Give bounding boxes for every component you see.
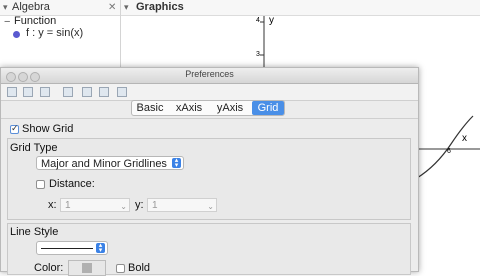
preferences-window: Preferences Basic xAxis yAxis Grid ✓ Sho… — [0, 67, 419, 276]
preferences-toolbar — [1, 84, 418, 101]
grid-settings-panel: ✓ Show Grid Grid Type Major and Minor Gr… — [1, 118, 418, 276]
y-distance-label: y: — [135, 199, 144, 211]
line-style-arrow-icon: ▴ ▾ — [96, 242, 105, 254]
show-grid-label[interactable]: Show Grid — [22, 123, 73, 135]
select-arrow-icon: ▴ ▾ — [172, 157, 181, 169]
graphics-collapse-arrow-icon[interactable]: ▾ — [124, 2, 129, 13]
spreadsheet-settings-icon[interactable] — [63, 87, 73, 97]
bold-label: Bold — [128, 262, 151, 274]
y-distance-arrow-icon[interactable]: ⌄ — [207, 200, 214, 213]
y-distance-input[interactable]: 1 ⌄ — [147, 198, 217, 212]
x-distance-value: 1 — [65, 200, 71, 211]
color-label: Color: — [34, 262, 64, 274]
grid-type-group: Grid Type Major and Minor Gridlines ▴ ▾ D… — [7, 138, 411, 220]
grid-type-value: Major and Minor Gridlines — [41, 158, 167, 170]
x-axis-label: x — [462, 133, 467, 144]
function-definition[interactable]: f : y = sin(x) — [26, 27, 83, 39]
x-distance-label: x: — [48, 199, 57, 211]
tab-basic[interactable]: Basic — [132, 101, 168, 115]
x-distance-arrow-icon[interactable]: ⌄ — [120, 200, 127, 213]
tab-yaxis[interactable]: yAxis — [210, 101, 250, 115]
distance-checkbox[interactable] — [36, 180, 45, 189]
function-visibility-dot[interactable] — [13, 31, 20, 38]
layout-settings-icon[interactable] — [99, 87, 109, 97]
cas-settings-icon[interactable] — [82, 87, 92, 97]
checkmark-icon: ✓ — [11, 123, 19, 133]
preferences-title-bar[interactable]: Preferences — [1, 68, 418, 84]
line-style-preview — [41, 248, 93, 249]
preferences-title: Preferences — [185, 69, 234, 79]
collapse-arrow-icon[interactable]: ▾ — [3, 2, 8, 13]
sine-curve — [416, 115, 474, 179]
close-algebra-icon[interactable]: ✕ — [108, 2, 116, 13]
y-tick-label-3: 3 — [256, 51, 260, 58]
color-swatch-button[interactable] — [68, 260, 106, 276]
bold-checkbox[interactable] — [116, 264, 125, 273]
graphics-title-bar: ▾ Graphics — [121, 0, 480, 16]
defaults-icon[interactable] — [7, 87, 17, 97]
algebra-title: Algebra — [12, 1, 50, 13]
preferences-tab-bar: Basic xAxis yAxis Grid — [131, 100, 285, 116]
grid-type-heading: Grid Type — [10, 142, 58, 154]
graphics-title: Graphics — [136, 1, 184, 13]
group-collapse-icon[interactable]: − — [4, 16, 10, 28]
line-style-heading: Line Style — [10, 226, 59, 238]
y-distance-value: 1 — [152, 200, 158, 211]
line-style-group: Line Style ▴ ▾ Color: Bold — [7, 223, 411, 276]
line-style-select[interactable]: ▴ ▾ — [36, 241, 108, 255]
color-swatch — [82, 263, 92, 273]
tab-xaxis[interactable]: xAxis — [169, 101, 209, 115]
y-tick-label-4: 4 — [256, 17, 260, 24]
y-axis-label: y — [269, 15, 274, 26]
distance-label: Distance: — [49, 178, 95, 190]
tab-grid[interactable]: Grid — [252, 101, 284, 115]
graphics-settings-icon[interactable] — [23, 87, 33, 97]
algebra-title-bar: ▾ Algebra ✕ — [0, 0, 120, 16]
grid-type-select[interactable]: Major and Minor Gridlines ▴ ▾ — [36, 156, 184, 170]
show-grid-checkbox[interactable]: ✓ — [10, 123, 19, 134]
x-tick-label-6: 6 — [447, 148, 451, 155]
advanced-settings-icon[interactable] — [117, 87, 127, 97]
function-group-label: Function — [14, 15, 57, 27]
algebra-settings-icon[interactable] — [40, 87, 50, 97]
x-distance-input[interactable]: 1 ⌄ — [60, 198, 130, 212]
